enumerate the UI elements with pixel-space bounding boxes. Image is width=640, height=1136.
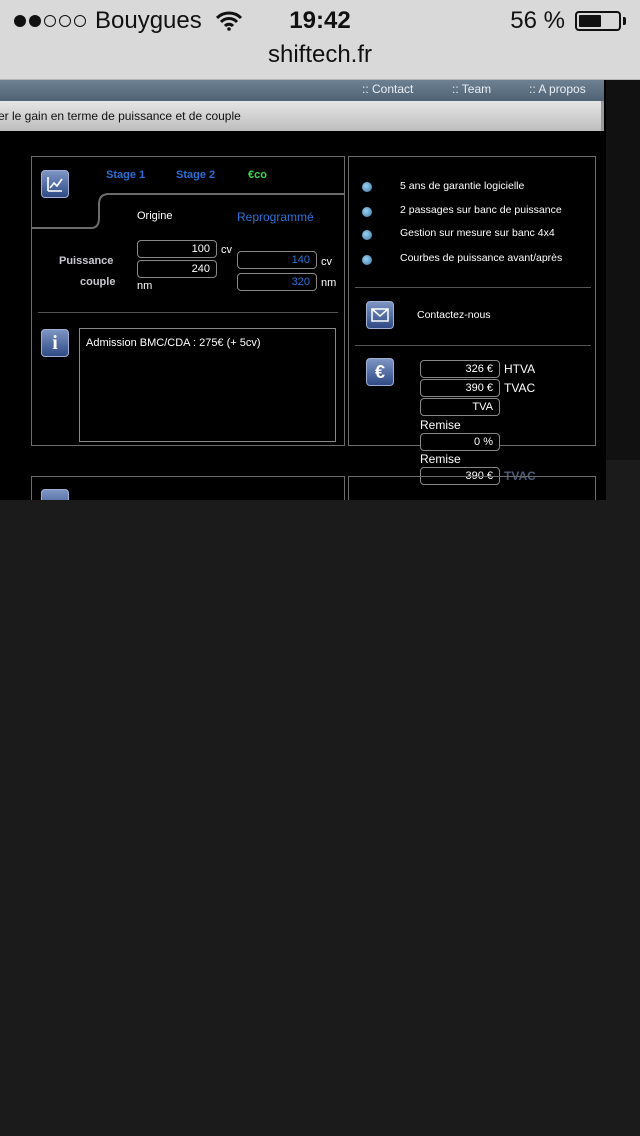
feature-item: Gestion sur mesure sur banc 4x4 (400, 227, 555, 239)
features-panel: 5 ans de garantie logicielle 2 passages … (348, 156, 596, 451)
nav-contact[interactable]: :: Contact (362, 82, 413, 96)
battery-info: 56 % (510, 7, 626, 35)
feature-item: 2 passages sur banc de puissance (400, 204, 562, 216)
remise-label-2: Remise (420, 452, 461, 466)
unit-nm: nm (137, 280, 153, 292)
power-label: Puissance (59, 255, 114, 267)
next-panel-left (31, 476, 345, 500)
unit-cv: cv (321, 256, 332, 268)
bullet-icon (362, 255, 372, 265)
tvac-field: 390 € (420, 379, 500, 397)
status-bar: Bouygues 19:42 56 % (0, 0, 640, 40)
euro-icon: € (366, 358, 394, 386)
unit-nm: nm (321, 277, 337, 289)
origin-power-field: 100 (137, 240, 217, 258)
htva-field: 326 € (420, 360, 500, 378)
remise-field[interactable]: 0 % (420, 433, 500, 451)
tab-stage2[interactable]: Stage 2 (176, 169, 215, 181)
torque-label: couple (80, 276, 116, 288)
chart-icon (41, 489, 69, 500)
divider (38, 312, 338, 313)
web-page: :: Contact :: Team :: A propos er le gai… (0, 80, 640, 500)
tab-eco[interactable]: €co (248, 169, 267, 181)
next-panel-right (348, 476, 596, 500)
info-text: Admission BMC/CDA : 275€ (+ 5cv) (86, 337, 261, 349)
remise-label: Remise (420, 418, 461, 432)
feature-item: 5 ans de garantie logicielle (400, 180, 525, 192)
info-box: Admission BMC/CDA : 275€ (+ 5cv) (79, 328, 336, 442)
bullet-icon (362, 182, 372, 192)
bullet-icon (362, 207, 372, 217)
subtitle-bar: er le gain en terme de puissance et de c… (0, 101, 604, 131)
tab-stage1[interactable]: Stage 1 (106, 169, 145, 181)
info-icon: i (41, 329, 69, 357)
battery-icon (575, 11, 621, 31)
unit-cv: cv (221, 244, 232, 256)
reprog-header: Reprogrammé (237, 210, 314, 224)
chart-icon (41, 170, 69, 198)
bullet-icon (362, 230, 372, 240)
url-text: shiftech.fr (267, 41, 373, 68)
reprog-torque-field: 320 (237, 273, 317, 291)
feature-item: Courbes de puissance avant/après (400, 252, 563, 264)
divider (355, 345, 591, 346)
tva-field: TVA (420, 398, 500, 416)
contact-link[interactable]: Contactez-nous (417, 309, 491, 321)
battery-percent: 56 % (510, 7, 565, 34)
subtitle-text: er le gain en terme de puissance et de c… (0, 109, 241, 123)
htva-label: HTVA (504, 362, 536, 376)
tvac-label: TVAC (504, 381, 536, 395)
reprog-power-field: 140 (237, 251, 317, 269)
divider (355, 287, 591, 288)
url-bar[interactable]: shiftech.fr (0, 40, 640, 80)
mail-icon[interactable] (366, 301, 394, 329)
origin-torque-field: 240 (137, 260, 217, 278)
nav-team[interactable]: :: Team (452, 82, 491, 96)
performance-panel: Stage 1 Stage 2 €co Origine Reprogrammé … (31, 156, 345, 446)
origin-header: Origine (137, 210, 173, 222)
top-nav: :: Contact :: Team :: A propos (0, 80, 604, 101)
nav-about[interactable]: :: A propos (529, 82, 586, 96)
